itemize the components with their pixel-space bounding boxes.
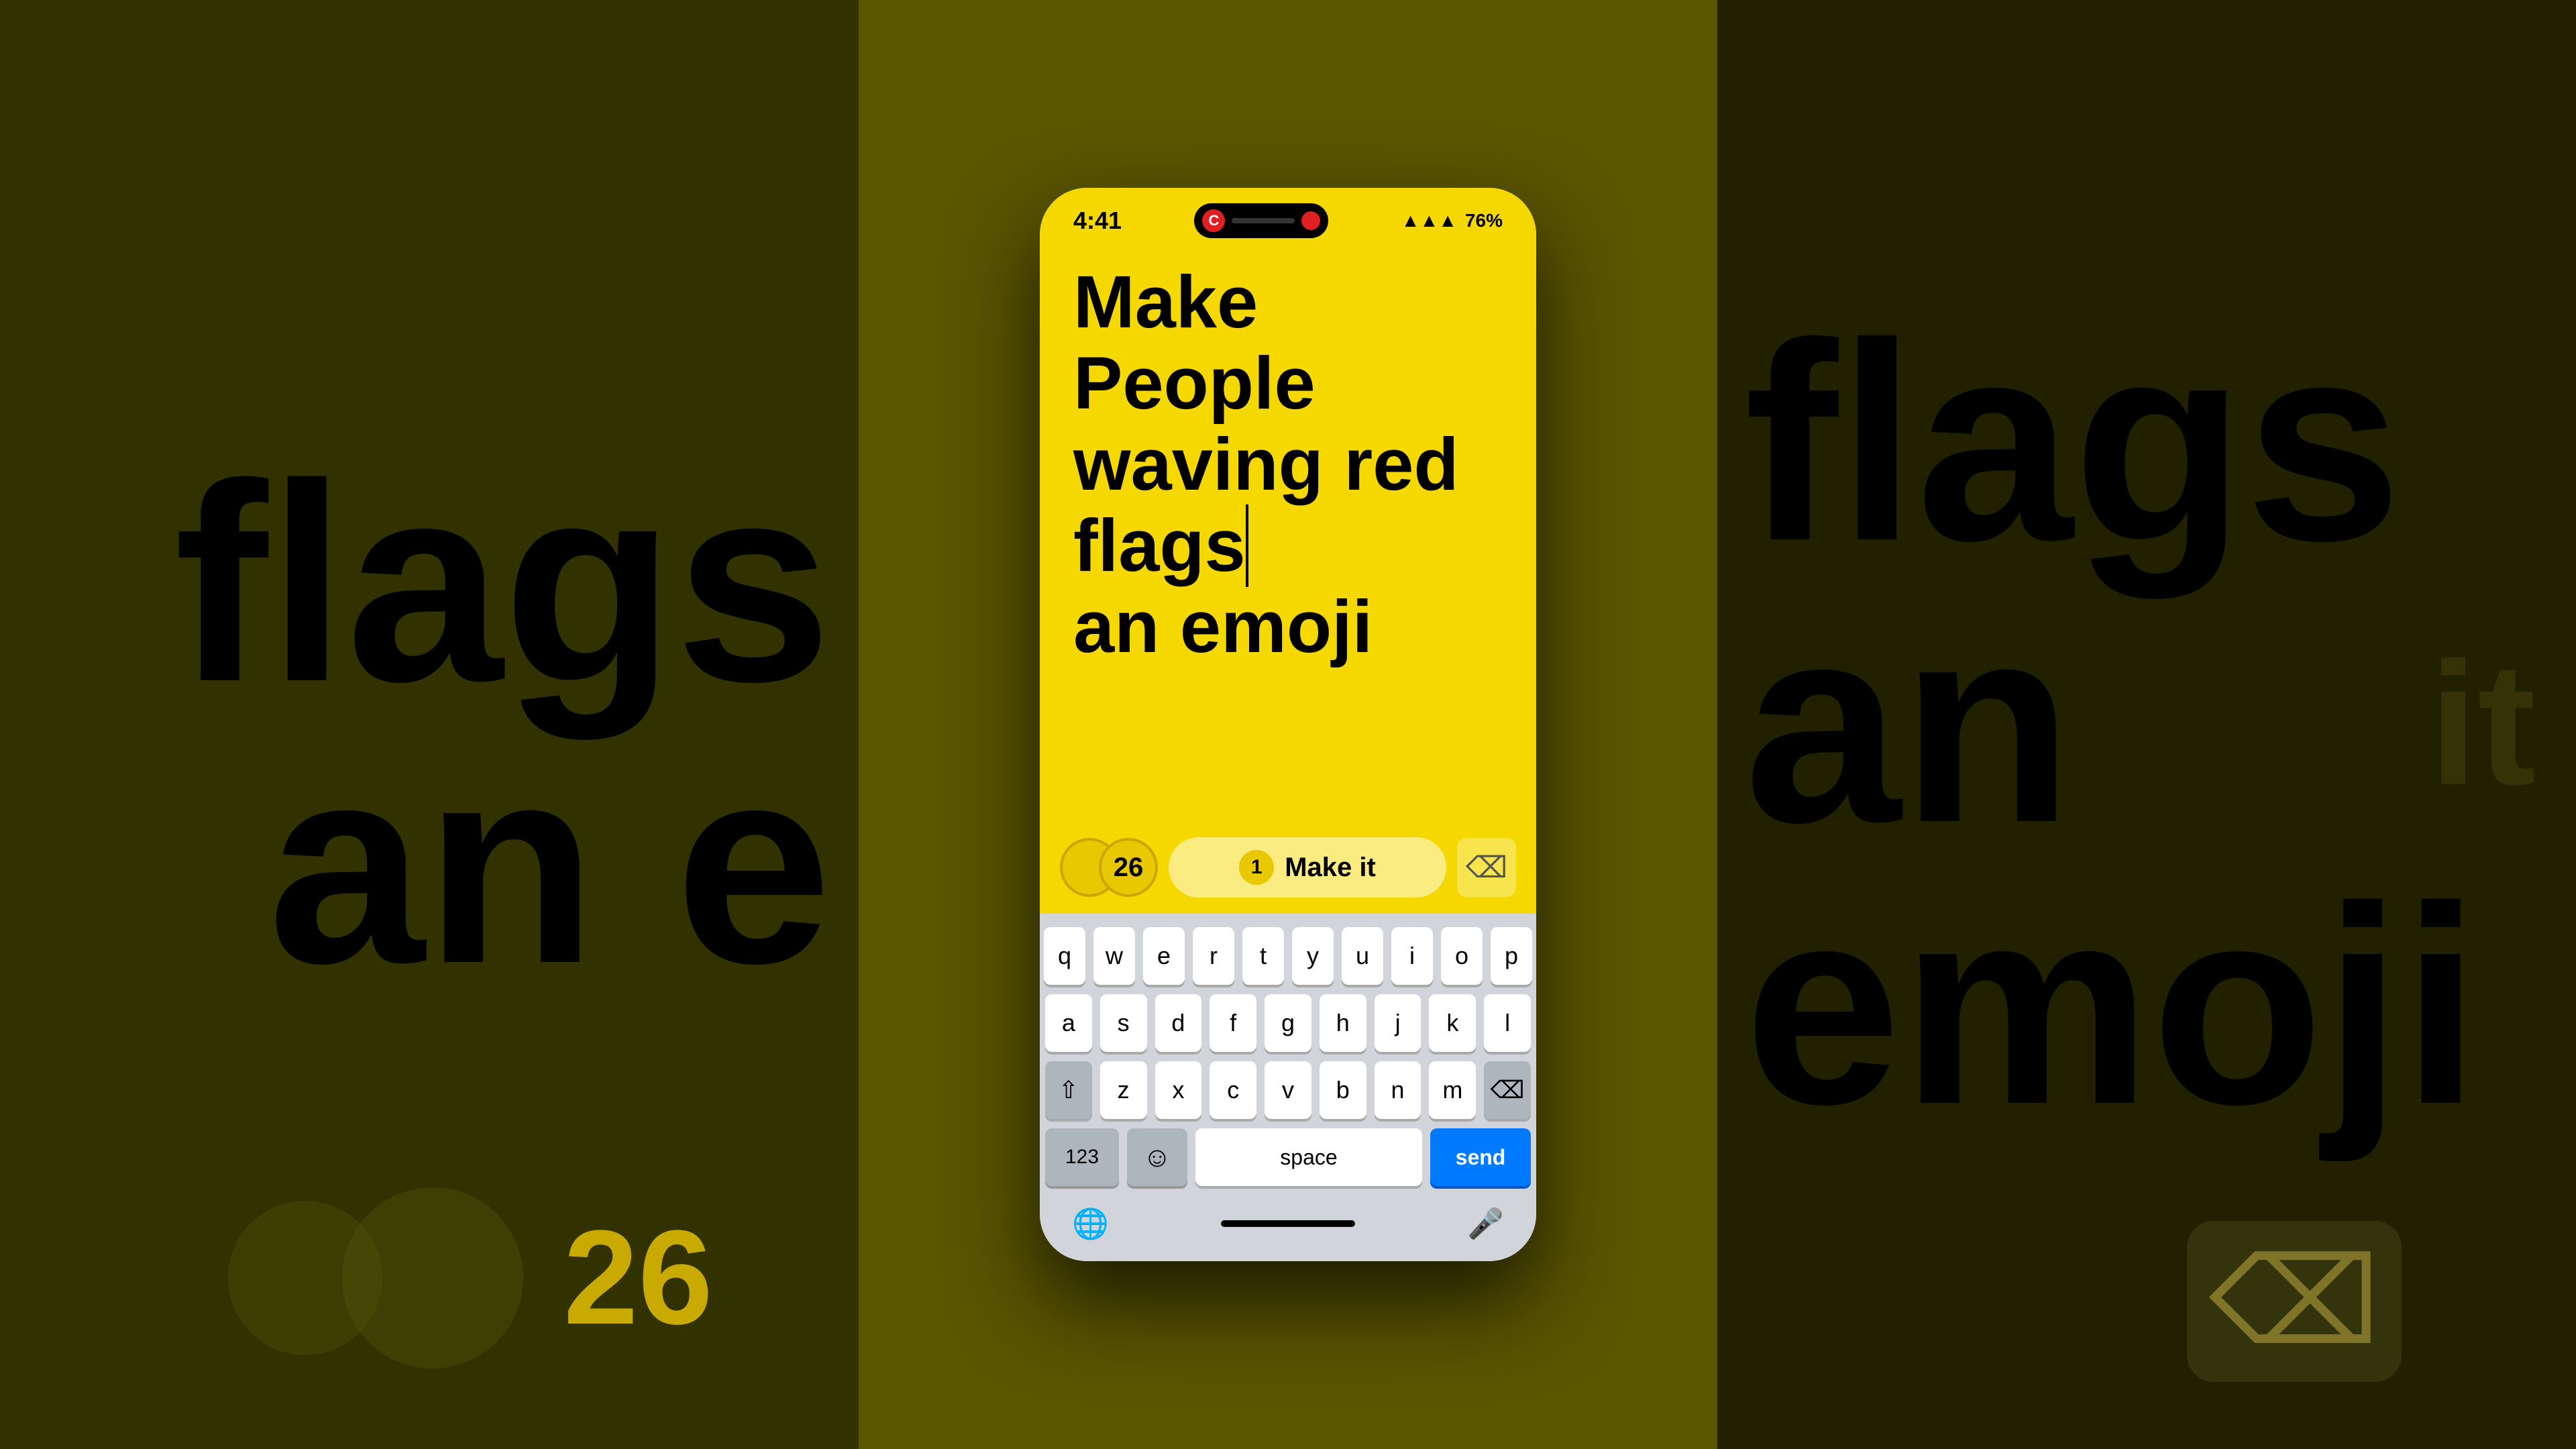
keyboard-bottom: 🌐 🎤 (1045, 1195, 1531, 1261)
keyboard: q w e r t y u i o p a s d f g h j k l ⇧ … (1040, 914, 1536, 1261)
bg-left-text: flags an e (174, 443, 832, 1006)
globe-icon[interactable]: 🌐 (1072, 1206, 1109, 1241)
status-right: ▲▲▲ 76% (1401, 210, 1503, 231)
key-u[interactable]: u (1342, 927, 1383, 985)
key-j[interactable]: j (1375, 994, 1421, 1052)
di-letter: C (1202, 209, 1225, 232)
key-a[interactable]: a (1045, 994, 1092, 1052)
coin-count: 26 (1114, 853, 1144, 883)
key-backspace[interactable]: ⌫ (1484, 1061, 1531, 1119)
mic-icon[interactable]: 🎤 (1467, 1206, 1504, 1241)
key-c[interactable]: c (1210, 1061, 1256, 1119)
app-content: Make People waving red flags an emoji (1040, 241, 1536, 826)
key-i[interactable]: i (1391, 927, 1433, 985)
battery-level: 76% (1465, 210, 1503, 231)
coin-2: 26 (1099, 838, 1158, 897)
key-shift[interactable]: ⇧ (1045, 1061, 1092, 1119)
key-o[interactable]: o (1441, 927, 1483, 985)
bg-bottom-right-decor: ⌫ (2187, 1221, 2402, 1382)
key-x[interactable]: x (1155, 1061, 1202, 1119)
key-send[interactable]: send (1430, 1128, 1531, 1186)
key-y[interactable]: y (1292, 927, 1334, 985)
backspace-button[interactable]: ⌫ (1457, 838, 1516, 897)
make-it-button[interactable]: 1 Make it (1169, 837, 1446, 898)
home-bar (1221, 1220, 1355, 1227)
text-line-emoji: an emoji (1073, 586, 1503, 667)
key-space[interactable]: space (1195, 1128, 1422, 1186)
bg-backspace-icon: ⌫ (2209, 1232, 2380, 1372)
keyboard-row-1: q w e r t y u i o p (1045, 927, 1531, 985)
bg-backspace-shape: ⌫ (2187, 1221, 2402, 1382)
bg-right-make-it: it (2429, 625, 2536, 825)
key-g[interactable]: g (1265, 994, 1311, 1052)
key-z[interactable]: z (1100, 1061, 1147, 1119)
key-n[interactable]: n (1375, 1061, 1421, 1119)
bg-bottom-left-decor: 26 (228, 1187, 712, 1368)
status-bar: 4:41 C ▲▲▲ 76% (1040, 188, 1536, 241)
key-p[interactable]: p (1491, 927, 1532, 985)
backspace-icon: ⌫ (1466, 851, 1507, 885)
key-v[interactable]: v (1265, 1061, 1311, 1119)
di-record-dot (1301, 211, 1320, 230)
key-d[interactable]: d (1155, 994, 1202, 1052)
key-123[interactable]: 123 (1045, 1128, 1119, 1186)
keyboard-row-2: a s d f g h j k l (1045, 994, 1531, 1052)
key-b[interactable]: b (1320, 1061, 1366, 1119)
key-t[interactable]: t (1242, 927, 1284, 985)
key-s[interactable]: s (1100, 994, 1147, 1052)
action-bar: 26 1 Make it ⌫ (1040, 826, 1536, 914)
key-k[interactable]: k (1429, 994, 1476, 1052)
status-time: 4:41 (1073, 207, 1122, 235)
make-it-badge: 1 (1239, 850, 1274, 885)
main-text: Make People waving red flags an emoji (1073, 262, 1503, 813)
key-r[interactable]: r (1193, 927, 1234, 985)
coin-stack: 26 (1060, 838, 1158, 897)
keyboard-row-3: ⇧ z x c v b n m ⌫ (1045, 1061, 1531, 1119)
keyboard-bottom-row: 123 ☺ space send (1045, 1128, 1531, 1186)
key-f[interactable]: f (1210, 994, 1256, 1052)
bg-number: 26 (564, 1201, 712, 1355)
key-e[interactable]: e (1143, 927, 1185, 985)
text-line-flags: flags (1073, 505, 1503, 586)
di-bar (1232, 218, 1295, 223)
key-h[interactable]: h (1320, 994, 1366, 1052)
dynamic-island: C (1194, 203, 1328, 238)
key-w[interactable]: w (1093, 927, 1135, 985)
key-emoji[interactable]: ☺ (1127, 1128, 1187, 1186)
key-l[interactable]: l (1484, 994, 1531, 1052)
text-line-make: Make (1073, 262, 1503, 343)
text-cursor (1246, 504, 1248, 587)
key-q[interactable]: q (1044, 927, 1085, 985)
text-line-people: People (1073, 343, 1503, 424)
phone-container: 4:41 C ▲▲▲ 76% Make People waving red fl… (1040, 188, 1536, 1261)
signal-icon: ▲▲▲ (1401, 210, 1457, 231)
key-m[interactable]: m (1429, 1061, 1476, 1119)
make-it-label: Make it (1285, 853, 1376, 883)
text-line-waving-red: waving red (1073, 424, 1503, 505)
